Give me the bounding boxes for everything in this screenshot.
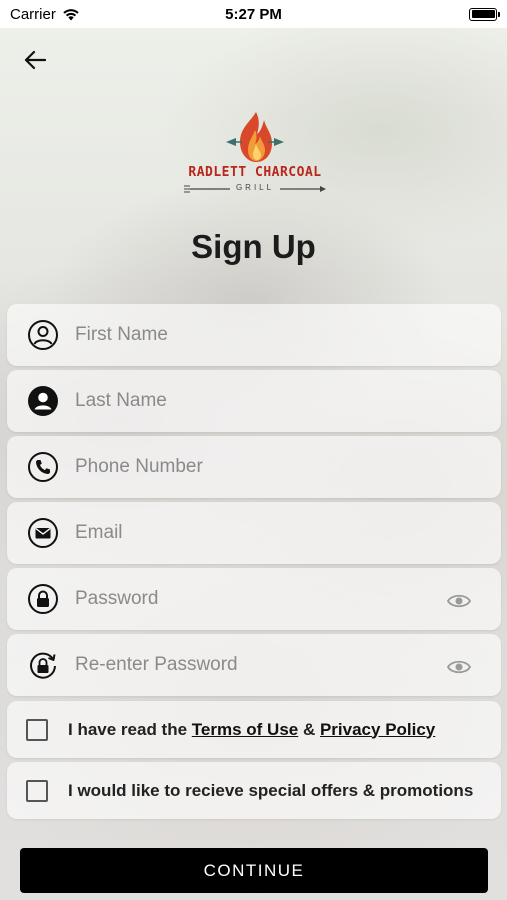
brand-logo: RADLETT CHARCOAL GRILL	[180, 108, 330, 196]
carrier-label: Carrier	[10, 5, 56, 23]
logo-subtitle: GRILL	[235, 183, 275, 192]
back-button[interactable]	[20, 45, 50, 75]
terms-of-use-link[interactable]: Terms of Use	[192, 720, 298, 739]
lock-icon	[28, 584, 58, 614]
phone-number-field[interactable]	[7, 436, 501, 498]
person-filled-icon	[28, 386, 58, 416]
person-circle-icon	[28, 320, 58, 350]
last-name-input[interactable]	[75, 381, 415, 421]
password-input[interactable]	[75, 579, 415, 619]
envelope-icon	[28, 518, 58, 548]
wifi-icon	[63, 8, 79, 20]
password-field[interactable]	[7, 568, 501, 630]
flame-icon	[226, 112, 284, 162]
offers-checkbox[interactable]	[26, 779, 48, 802]
terms-joiner: &	[298, 719, 320, 739]
privacy-policy-link[interactable]: Privacy Policy	[320, 720, 435, 739]
battery-icon	[469, 7, 500, 21]
offers-row: I would like to recieve special offers &…	[7, 762, 501, 819]
terms-label: I have read the Terms of Use & Privacy P…	[68, 720, 435, 740]
email-input[interactable]	[75, 513, 415, 553]
arrow-left-icon	[24, 50, 46, 70]
confirm-password-input[interactable]	[75, 645, 415, 685]
first-name-input[interactable]	[75, 315, 415, 355]
offers-label: I would like to recieve special offers &…	[68, 780, 474, 800]
logo-name: RADLETT CHARCOAL	[188, 165, 322, 180]
continue-button[interactable]: CONTINUE	[20, 848, 488, 893]
eye-icon[interactable]	[447, 658, 471, 676]
eye-icon[interactable]	[447, 592, 471, 610]
confirm-password-field[interactable]	[7, 634, 501, 696]
phone-icon	[28, 452, 58, 482]
email-field[interactable]	[7, 502, 501, 564]
first-name-field[interactable]	[7, 304, 501, 366]
terms-prefix: I have read the	[68, 719, 192, 739]
phone-number-input[interactable]	[75, 447, 415, 487]
terms-row: I have read the Terms of Use & Privacy P…	[7, 701, 501, 758]
status-bar: Carrier 5:27 PM	[0, 0, 507, 28]
status-left: Carrier	[10, 6, 80, 23]
last-name-field[interactable]	[7, 370, 501, 432]
lock-rotate-icon	[30, 652, 56, 679]
page-title: Sign Up	[191, 228, 316, 265]
terms-checkbox[interactable]	[26, 718, 48, 741]
